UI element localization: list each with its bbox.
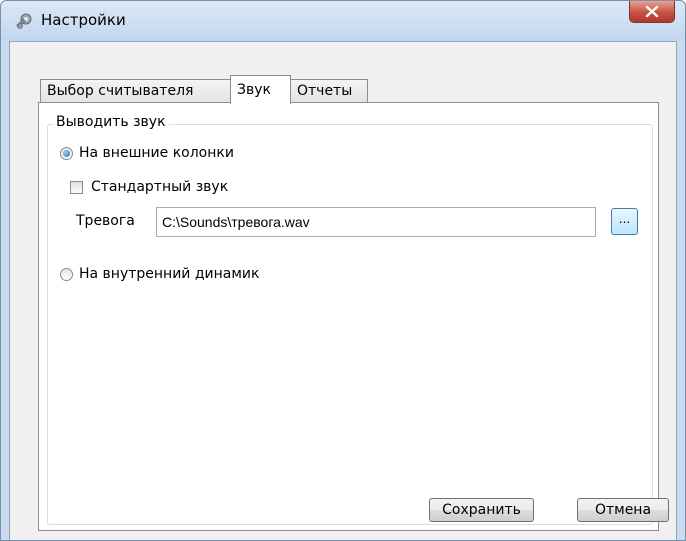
radio-checked-icon[interactable] — [60, 146, 73, 160]
tab-label: Отчеты — [297, 83, 353, 99]
sound-tab-panel: Выводить звук На внешние колонки Стандар… — [38, 102, 659, 531]
settings-window: Настройки Выбор считывателя Звук Отчеты … — [0, 0, 686, 541]
tab-reports[interactable]: Отчеты — [290, 79, 368, 103]
radio-label: На внутренний динамик — [79, 266, 260, 282]
tab-reader-selection[interactable]: Выбор считывателя — [40, 79, 232, 103]
checkbox-label: Стандартный звук — [91, 179, 229, 195]
close-icon — [645, 5, 659, 18]
standard-sound-checkbox[interactable]: Стандартный звук — [70, 179, 228, 195]
tab-sound[interactable]: Звук — [230, 75, 291, 104]
external-speakers-radio[interactable]: На внешние колонки — [60, 145, 234, 161]
sound-output-group: Выводить звук На внешние колонки Стандар… — [47, 114, 653, 525]
title-bar[interactable]: Настройки — [1, 1, 685, 41]
gear-icon — [15, 11, 35, 31]
tab-label: Выбор считывателя — [47, 83, 194, 99]
close-button[interactable] — [629, 1, 675, 23]
browse-button[interactable]: ... — [611, 208, 638, 235]
tab-label: Звук — [237, 82, 271, 98]
cancel-button[interactable]: Отмена — [577, 498, 669, 522]
group-title: Выводить звук — [53, 114, 169, 130]
window-title: Настройки — [41, 11, 126, 29]
radio-unchecked-icon[interactable] — [60, 267, 73, 281]
internal-speaker-radio[interactable]: На внутренний динамик — [60, 266, 259, 282]
checkbox-unchecked-icon[interactable] — [70, 180, 83, 194]
alarm-label: Тревога — [76, 213, 135, 229]
window-client-area: Выбор считывателя Звук Отчеты Выводить з… — [9, 41, 677, 540]
alarm-path-input[interactable]: C:\Sounds\тревога.wav — [156, 207, 596, 237]
save-button[interactable]: Сохранить — [429, 498, 534, 522]
radio-label: На внешние колонки — [79, 145, 234, 161]
